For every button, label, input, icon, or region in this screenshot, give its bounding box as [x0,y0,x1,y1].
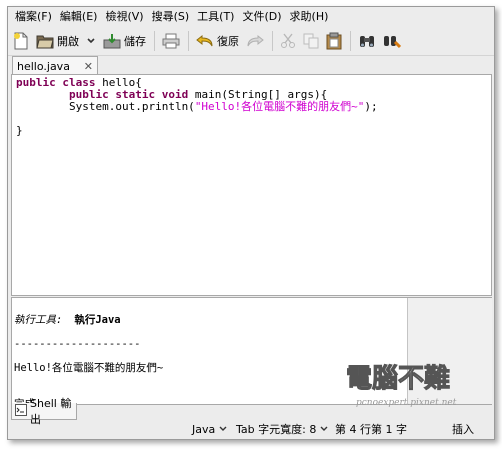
tab-filename: hello.java [17,59,70,73]
cursor-position: 第 4 行第 1 字 [335,423,407,436]
undo-icon [196,33,214,49]
scissors-icon [280,33,296,49]
output-divider: -------------------- [14,338,141,350]
code-text-run: System.out.println( [16,100,195,113]
code-editor[interactable]: public class hello{ public static void m… [11,74,492,296]
open-button[interactable]: 開啟 [33,30,82,52]
save-button[interactable]: 儲存 [100,30,149,52]
toolbar-separator [188,31,189,51]
new-button[interactable] [10,30,32,52]
watermark-logo: 電腦不難 pcnoexpert.pixnet.net [340,355,480,415]
find-replace-icon [383,33,401,49]
cut-button[interactable] [277,30,299,52]
chevron-down-icon [219,423,227,436]
shell-output-icon [15,403,27,419]
new-document-icon [13,32,29,50]
toolbar: 開啟 儲存 復原 [8,27,494,56]
menu-view[interactable]: 檢視(V) [102,7,146,27]
save-icon [103,33,121,49]
toolbar-separator [154,31,155,51]
menu-documents[interactable]: 文件(D) [239,7,284,27]
open-label: 開啟 [57,35,79,48]
svg-text:pcnoexpert.pixnet.net: pcnoexpert.pixnet.net [356,398,457,408]
folder-open-icon [36,33,54,49]
language-label: Java [192,423,216,436]
toolbar-separator [272,31,273,51]
copy-icon [303,33,319,49]
code-text: public class hello{ public static void m… [12,75,491,137]
copy-button[interactable] [300,30,322,52]
statusbar: Java Tab 字元寬度: 8 第 4 行第 1 字 插入 [8,421,494,439]
menu-tools[interactable]: 工具(T) [194,7,237,27]
code-text-run: } [16,124,23,137]
code-string: "Hello!各位電腦不難的朋友們~" [194,100,365,113]
redo-button[interactable] [243,30,267,52]
save-label: 儲存 [124,35,146,48]
open-recent-dropdown[interactable] [83,30,99,52]
tab-hello-java[interactable]: hello.java ✕ [12,56,98,75]
output-header: 執行工具: 執行Java [14,314,407,326]
redo-icon [246,33,264,49]
printer-icon [162,33,180,49]
language-selector[interactable]: Java [192,421,227,439]
undo-button[interactable]: 復原 [193,30,242,52]
binoculars-icon [358,33,376,49]
paste-button[interactable] [323,30,345,52]
chevron-down-icon [320,423,328,436]
menu-file[interactable]: 檔案(F) [12,7,55,27]
print-button[interactable] [159,30,183,52]
chevron-down-icon [86,36,96,46]
clipboard-icon [326,32,342,50]
menu-help[interactable]: 求助(H) [287,7,332,27]
find-replace-button[interactable] [380,30,404,52]
tab-shell-output[interactable]: Shell 輸出 [11,397,77,426]
menubar: 檔案(F) 編輯(E) 檢視(V) 搜尋(S) 工具(T) 文件(D) 求助(H… [8,7,494,27]
svg-text:電腦不難: 電腦不難 [346,364,450,394]
document-tabbar: hello.java ✕ [8,55,494,75]
undo-label: 復原 [217,35,239,48]
tool-label: 執行工具: [14,314,63,326]
menu-edit[interactable]: 編輯(E) [57,7,101,27]
find-button[interactable] [355,30,379,52]
menu-search[interactable]: 搜尋(S) [149,7,193,27]
close-icon[interactable]: ✕ [84,60,93,73]
tab-width-selector[interactable]: Tab 字元寬度: 8 [236,421,328,439]
insert-mode: 插入 [452,423,474,436]
tool-value: 執行Java [74,314,121,326]
code-text-run: ); [364,100,378,113]
toolbar-separator [350,31,351,51]
tab-width-label: Tab 字元寬度: 8 [236,423,317,436]
